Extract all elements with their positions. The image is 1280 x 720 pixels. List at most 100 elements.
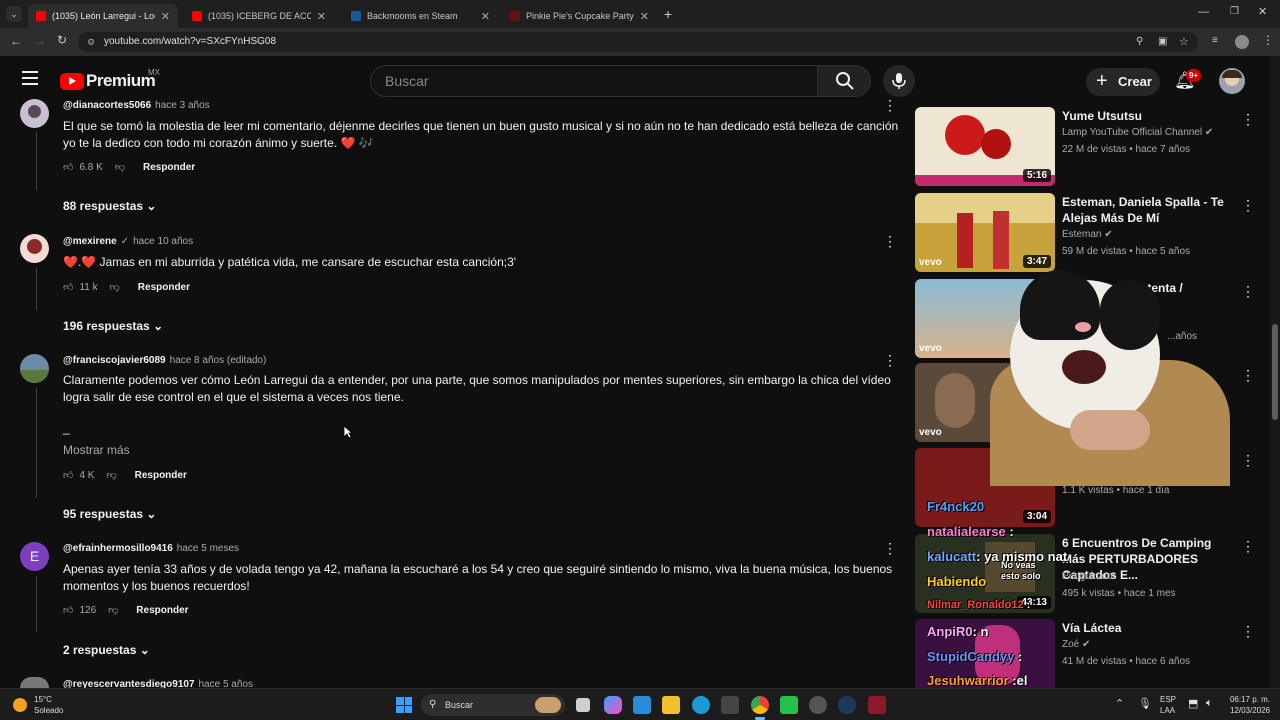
close-tab-icon[interactable]: ✕ <box>640 10 649 23</box>
reply-button[interactable]: Responder <box>136 605 188 616</box>
close-tab-icon[interactable]: ✕ <box>317 10 326 23</box>
youtube-logo[interactable] <box>60 73 84 90</box>
comment-author[interactable]: @dianacortes5066 hace 3 años <box>63 100 210 111</box>
account-avatar[interactable] <box>1219 68 1245 94</box>
forward-icon[interactable]: → <box>34 34 46 48</box>
related-video[interactable]: 5:16 Yume Utsutsu Lamp YouTube Official … <box>915 107 1255 187</box>
minimize-button[interactable]: — <box>1198 6 1209 18</box>
comment-menu-icon[interactable]: ⋮ <box>883 681 887 687</box>
video-menu-icon[interactable]: ⋮ <box>1241 197 1255 214</box>
profile-icon[interactable] <box>1235 35 1249 49</box>
avatar[interactable] <box>20 677 49 688</box>
like-icon[interactable]: 👍︎ <box>63 281 73 293</box>
dislike-icon[interactable]: 👎︎ <box>106 469 116 481</box>
task-view-icon[interactable] <box>576 698 590 712</box>
channel-name[interactable]: Esteman ✔ <box>1062 229 1113 240</box>
tab-2[interactable]: Backmooms en Steam ✕ <box>343 4 498 28</box>
avatar[interactable] <box>20 234 49 263</box>
zoom-icon[interactable]: ⚲ <box>1136 32 1143 52</box>
chevron-down-icon: ⌄ <box>139 643 150 657</box>
language-indicator[interactable]: ESP LAA <box>1160 694 1176 716</box>
tab-0[interactable]: (1035) León Larregui - Locos - Y ✕ <box>28 4 178 28</box>
store-icon[interactable] <box>633 696 651 714</box>
comment-menu-icon[interactable]: ⋮ <box>883 98 897 112</box>
video-menu-icon[interactable]: ⋮ <box>1241 283 1255 300</box>
video-menu-icon[interactable]: ⋮ <box>1241 111 1255 128</box>
avatar[interactable] <box>20 354 49 383</box>
avatar[interactable]: E <box>20 542 49 571</box>
video-menu-icon[interactable]: ⋮ <box>1241 538 1255 555</box>
close-tab-icon[interactable]: ✕ <box>161 10 170 23</box>
settings-gear-icon[interactable] <box>809 696 827 714</box>
video-title[interactable]: Esteman, Daniela Spalla - Te Alejas Más … <box>1062 194 1237 226</box>
site-info-icon[interactable]: ⚙ <box>87 32 95 52</box>
edge-icon[interactable] <box>692 696 710 714</box>
voice-search-button[interactable] <box>883 65 915 97</box>
tab-list-icon[interactable]: ⌄ <box>6 6 22 22</box>
microphone-tray-icon[interactable]: 🎙︎ <box>1138 697 1152 710</box>
xbox-green-icon[interactable] <box>780 696 798 714</box>
bookmark-star-icon[interactable]: ☆ <box>1179 32 1189 52</box>
address-bar[interactable]: ⚙ youtube.com/watch?v=SXcFYnHSG08 ⚲ ▣ ☆ <box>78 32 1198 52</box>
comment-author[interactable]: @efrainhermosillo9416 hace 5 meses <box>63 543 239 554</box>
reply-button[interactable]: Responder <box>135 470 187 481</box>
comment-menu-icon[interactable]: ⋮ <box>883 353 897 367</box>
dislike-icon[interactable]: 👎︎ <box>115 161 125 173</box>
install-icon[interactable]: ▣ <box>1158 32 1167 52</box>
video-thumbnail[interactable]: 5:16 <box>915 107 1055 186</box>
replies-toggle[interactable]: 95 respuestas ⌄ <box>63 507 156 521</box>
like-icon[interactable]: 👍︎ <box>63 161 73 173</box>
video-menu-icon[interactable]: ⋮ <box>1241 367 1255 384</box>
taskbar-search[interactable]: ⚲ Buscar <box>421 694 565 716</box>
chevron-down-icon: ⌄ <box>146 507 157 521</box>
show-more-link[interactable]: Mostrar más <box>63 442 143 459</box>
search-button[interactable] <box>817 65 871 97</box>
terminal-icon[interactable] <box>721 696 739 714</box>
browser-menu-icon[interactable]: ⋮ <box>1262 33 1274 47</box>
tray-chevron-icon[interactable]: ⌃ <box>1115 697 1124 710</box>
back-icon[interactable]: ← <box>10 34 22 48</box>
reply-button[interactable]: Responder <box>143 162 195 173</box>
comment-menu-icon[interactable]: ⋮ <box>883 541 897 555</box>
comment-menu-icon[interactable]: ⋮ <box>883 234 897 248</box>
create-button[interactable]: + Crear <box>1086 68 1160 96</box>
windows-start-icon[interactable] <box>396 697 412 713</box>
search-input[interactable]: Buscar <box>370 65 818 97</box>
comment-author[interactable]: @mexirene ✓ hace 10 años <box>63 236 193 247</box>
app-icon[interactable] <box>868 696 886 714</box>
replies-toggle[interactable]: 196 respuestas ⌄ <box>63 319 163 333</box>
file-explorer-icon[interactable] <box>662 696 680 714</box>
new-tab-button[interactable]: + <box>664 6 672 22</box>
volume-icon[interactable]: 🔈︎ <box>1206 697 1213 710</box>
weather-temp[interactable]: 15°C <box>34 695 52 704</box>
tab-1[interactable]: (1035) ICEBERG DE ACCIDENTE ✕ <box>184 4 334 28</box>
scrollbar-thumb[interactable] <box>1272 324 1278 420</box>
dislike-icon[interactable]: 👎︎ <box>110 281 120 293</box>
like-icon[interactable]: 👍︎ <box>63 604 73 616</box>
comment-author[interactable]: @franciscojavier6089 hace 8 años (editado… <box>63 355 266 366</box>
network-icon[interactable]: ⬒ <box>1188 697 1198 710</box>
steam-icon[interactable] <box>838 696 856 714</box>
restore-button[interactable]: ❐ <box>1230 6 1239 17</box>
weather-sun-icon[interactable] <box>13 698 27 712</box>
video-title[interactable]: Yume Utsutsu <box>1062 108 1237 124</box>
reload-icon[interactable]: ↻ <box>57 33 67 47</box>
channel-name[interactable]: Lamp YouTube Official Channel ✔ <box>1062 127 1213 138</box>
avatar[interactable] <box>20 99 49 128</box>
tab-3[interactable]: Pinkie Pie's Cupcake Party by E ✕ <box>502 4 657 28</box>
reading-list-icon[interactable]: ≡ <box>1212 35 1218 46</box>
video-menu-icon[interactable]: ⋮ <box>1241 452 1255 469</box>
replies-toggle[interactable]: 88 respuestas ⌄ <box>63 199 156 213</box>
video-menu-icon[interactable]: ⋮ <box>1241 623 1255 640</box>
dislike-icon[interactable]: 👎︎ <box>108 604 118 616</box>
close-tab-icon[interactable]: ✕ <box>481 10 490 23</box>
chrome-icon[interactable] <box>751 696 769 714</box>
page-scrollbar[interactable] <box>1270 56 1280 688</box>
replies-toggle[interactable]: 2 respuestas ⌄ <box>63 643 150 657</box>
copilot-icon[interactable] <box>604 696 622 714</box>
close-window-button[interactable]: ✕ <box>1258 5 1267 18</box>
like-icon[interactable]: 👍︎ <box>63 469 73 481</box>
reply-button[interactable]: Responder <box>138 282 190 293</box>
clock[interactable]: 06:17 p. m. 12/03/2026 <box>1226 694 1270 716</box>
hamburger-menu-icon[interactable] <box>22 71 38 85</box>
